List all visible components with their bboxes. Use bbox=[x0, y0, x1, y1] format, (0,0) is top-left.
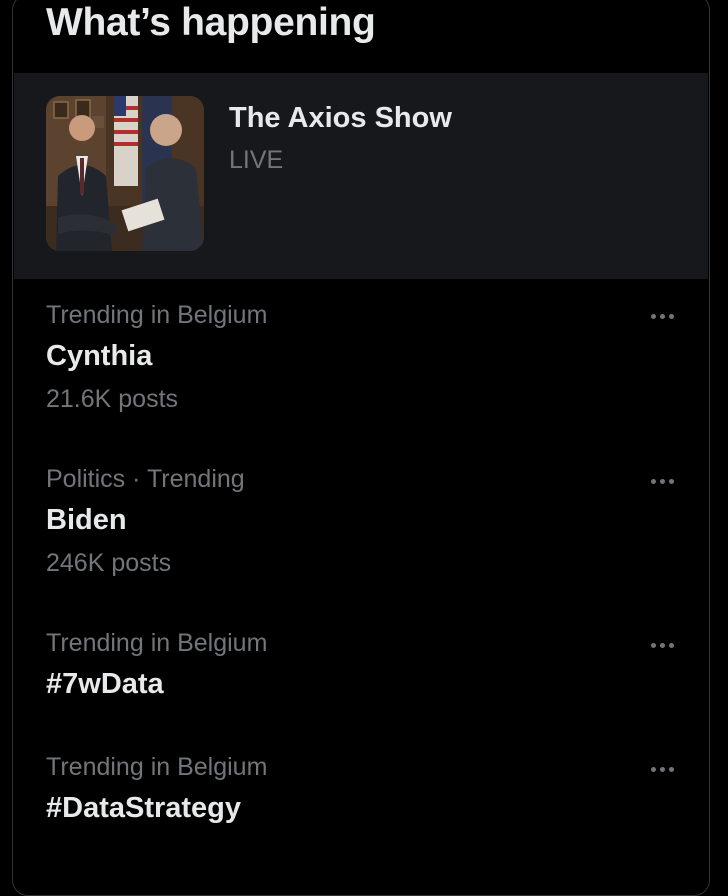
trend-context: Trending in Belgium bbox=[46, 753, 268, 781]
live-event-title: The Axios Show bbox=[229, 102, 452, 134]
trend-item[interactable]: Trending in Belgium #7wData bbox=[14, 629, 708, 739]
more-horizontal-icon bbox=[650, 642, 656, 648]
panel-title: What’s happening bbox=[46, 1, 376, 44]
live-event-card[interactable]: The Axios Show LIVE bbox=[14, 73, 708, 279]
more-horizontal-icon bbox=[650, 313, 656, 319]
more-options-button[interactable] bbox=[642, 754, 682, 784]
live-status-label: LIVE bbox=[229, 146, 284, 174]
more-options-button[interactable] bbox=[642, 630, 682, 660]
trend-post-count: 21.6K posts bbox=[46, 385, 179, 413]
whats-happening-panel: What’s happening The Axios Show LIVE Tre… bbox=[12, 0, 710, 896]
more-options-button[interactable] bbox=[642, 466, 682, 496]
trend-item[interactable]: Trending in Belgium Cynthia 21.6K posts bbox=[14, 301, 708, 451]
trend-context: Politics · Trending bbox=[46, 465, 245, 493]
trend-name: #DataStrategy bbox=[46, 792, 242, 824]
trend-item[interactable]: Politics · Trending Biden 246K posts bbox=[14, 465, 708, 615]
trend-context: Trending in Belgium bbox=[46, 629, 268, 657]
trend-context: Trending in Belgium bbox=[46, 301, 268, 329]
trend-name: Cynthia bbox=[46, 340, 153, 372]
trend-item[interactable]: Trending in Belgium #DataStrategy bbox=[14, 753, 708, 863]
more-options-button[interactable] bbox=[642, 301, 682, 331]
trend-name: #7wData bbox=[46, 668, 164, 700]
video-thumbnail-image bbox=[46, 96, 204, 251]
live-event-thumbnail bbox=[46, 96, 204, 251]
more-horizontal-icon bbox=[650, 766, 656, 772]
trend-name: Biden bbox=[46, 504, 127, 536]
trend-post-count: 246K posts bbox=[46, 549, 172, 577]
more-horizontal-icon bbox=[650, 478, 656, 484]
